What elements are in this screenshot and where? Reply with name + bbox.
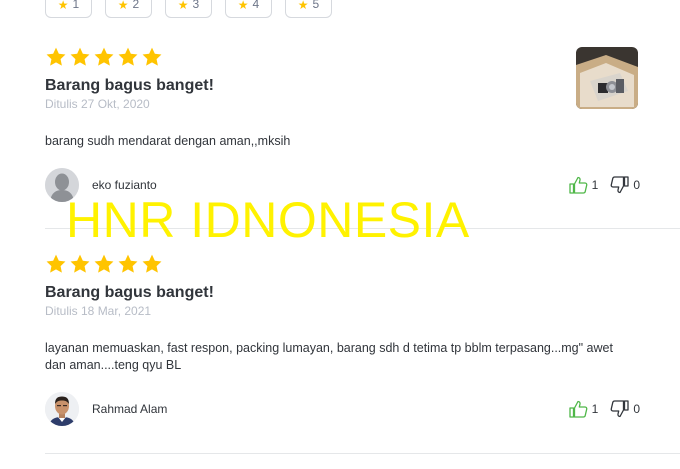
review-title: Barang bagus banget! xyxy=(45,284,214,301)
review-date: Ditulis 18 Mar, 2021 xyxy=(45,304,152,318)
review-photo-thumbnail[interactable] xyxy=(576,47,638,109)
filter-chip-3-star[interactable]: ★ 3 xyxy=(165,0,212,18)
star-icon xyxy=(70,254,90,273)
filter-chip-label: 3 xyxy=(192,0,200,11)
star-icon xyxy=(118,47,138,66)
filter-chip-label: 1 xyxy=(72,0,80,11)
like-button[interactable]: 1 xyxy=(568,176,599,194)
rating-stars xyxy=(45,46,640,68)
default-avatar-icon xyxy=(45,168,79,202)
filter-chip-5-star[interactable]: ★ 5 xyxy=(285,0,332,18)
filter-chip-1-star[interactable]: ★ 1 xyxy=(45,0,92,18)
review-text: barang sudh mendarat dengan aman,,mksih xyxy=(45,134,291,148)
star-icon xyxy=(142,254,162,273)
rating-filter-row: ★ 1 ★ 2 ★ 3 ★ 4 ★ 5 xyxy=(45,0,332,18)
filter-chip-2-star[interactable]: ★ 2 xyxy=(105,0,152,18)
dislike-button[interactable]: 0 xyxy=(610,176,640,194)
review-text: layanan memuaskan, fast respon, packing … xyxy=(45,341,613,372)
star-icon: ★ xyxy=(117,0,129,12)
reviewer-name[interactable]: eko fuzianto xyxy=(92,178,157,192)
review-title: Barang bagus banget! xyxy=(45,77,214,94)
thumbs-down-icon xyxy=(610,400,629,418)
product-photo-image xyxy=(576,47,638,109)
star-icon: ★ xyxy=(57,0,69,12)
star-icon xyxy=(70,47,90,66)
thumbs-down-icon xyxy=(610,176,629,194)
like-count: 1 xyxy=(591,402,599,416)
reviewer-row: eko fuzianto 1 0 xyxy=(45,167,640,203)
avatar[interactable] xyxy=(45,392,79,426)
star-icon xyxy=(94,47,114,66)
review-card: Barang bagus banget! Ditulis 18 Mar, 202… xyxy=(45,253,640,433)
star-icon xyxy=(46,47,66,66)
star-icon xyxy=(142,47,162,66)
review-actions: 1 0 xyxy=(568,176,640,194)
review-date: Ditulis 27 Okt, 2020 xyxy=(45,97,150,111)
star-icon xyxy=(118,254,138,273)
star-icon: ★ xyxy=(237,0,249,12)
user-photo-avatar xyxy=(45,392,79,426)
filter-chip-4-star[interactable]: ★ 4 xyxy=(225,0,272,18)
review-divider xyxy=(45,453,680,454)
star-icon xyxy=(46,254,66,273)
dislike-count: 0 xyxy=(633,402,640,416)
reviewer-row: Rahmad Alam 1 0 xyxy=(45,391,640,427)
star-icon: ★ xyxy=(297,0,309,12)
review-card: Barang bagus banget! Ditulis 27 Okt, 202… xyxy=(45,46,640,211)
thumbs-up-icon xyxy=(568,176,588,194)
like-button[interactable]: 1 xyxy=(568,400,599,418)
review-actions: 1 0 xyxy=(568,400,640,418)
filter-chip-label: 4 xyxy=(252,0,260,11)
filter-chip-label: 5 xyxy=(312,0,320,11)
rating-stars xyxy=(45,253,640,275)
star-icon: ★ xyxy=(177,0,189,12)
avatar[interactable] xyxy=(45,168,79,202)
dislike-button[interactable]: 0 xyxy=(610,400,640,418)
like-count: 1 xyxy=(591,178,599,192)
dislike-count: 0 xyxy=(633,178,640,192)
star-icon xyxy=(94,254,114,273)
thumbs-up-icon xyxy=(568,400,588,418)
review-divider xyxy=(45,228,680,229)
reviewer-name[interactable]: Rahmad Alam xyxy=(92,402,167,416)
filter-chip-label: 2 xyxy=(132,0,140,11)
